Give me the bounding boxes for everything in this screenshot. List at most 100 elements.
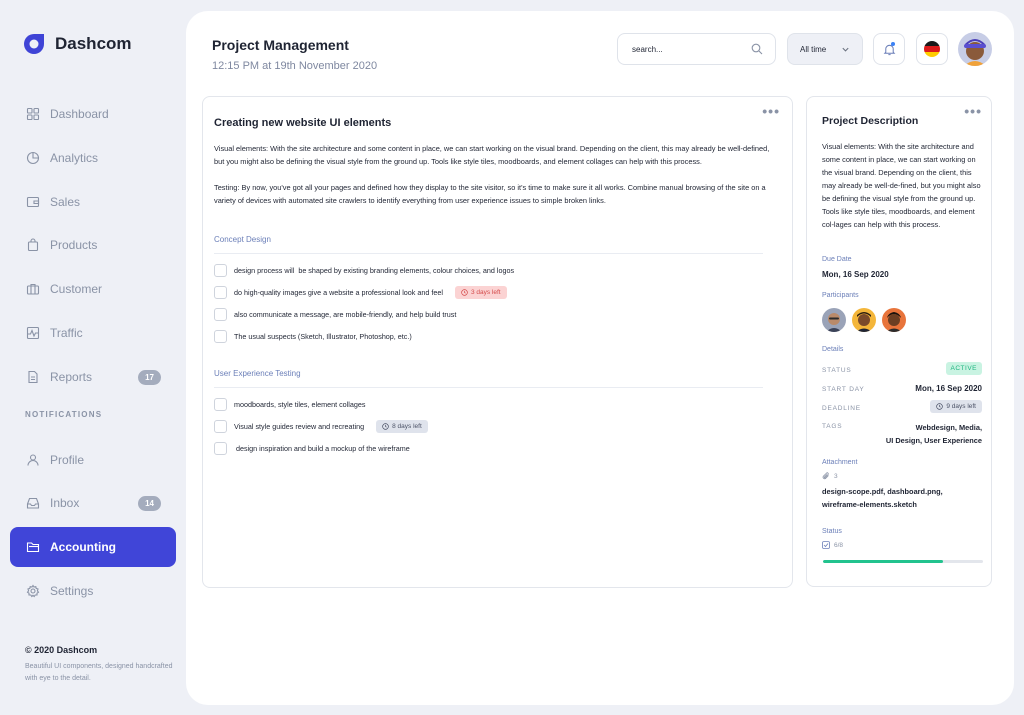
sidebar-item-dashboard[interactable]: Dashboard <box>10 94 176 134</box>
due-tag-text: 8 days left <box>392 422 422 430</box>
status-key: STATUS <box>822 367 852 374</box>
document-icon <box>28 370 38 383</box>
avatar-icon <box>822 308 846 332</box>
germany-flag-icon <box>924 41 940 57</box>
sidebar-nav: Dashboard Analytics Sales Products Custo… <box>10 94 176 615</box>
checkbox[interactable] <box>214 441 227 455</box>
attachment-files[interactable]: design-scope.pdf, dashboard.png, wirefra… <box>822 485 982 511</box>
checklist-item[interactable]: design inspiration and build a mockup of… <box>214 441 410 455</box>
task-paragraph: Testing: By now, you've got all your pag… <box>214 183 766 205</box>
attachment-label: Attachment <box>822 459 858 466</box>
status-label: Status <box>822 528 842 535</box>
status-progress-bar <box>823 560 983 563</box>
checklist-item[interactable]: The usual suspects (Sketch, Illustrator,… <box>214 329 412 343</box>
checklist-item-text: also communicate a message, are mobile-f… <box>234 309 457 319</box>
checklist-item-text: design process will be shaped by existin… <box>234 265 515 275</box>
time-filter-label: All time <box>800 44 827 54</box>
sidebar-item-settings[interactable]: Settings <box>10 571 176 611</box>
search-input[interactable] <box>632 44 742 54</box>
sidebar-item-sales[interactable]: Sales <box>10 182 176 222</box>
page-subtitle: 12:15 PM at 19th November 2020 <box>212 60 378 72</box>
sidebar-item-label: Sales <box>50 194 81 209</box>
due-tag: 8 days left <box>376 419 428 433</box>
start-day-value: Mon, 16 Sep 2020 <box>915 384 982 393</box>
checklist-item-text: The usual suspects (Sketch, Illustrator,… <box>234 331 412 341</box>
sidebar-item-label: Profile <box>50 452 85 467</box>
participant-avatar[interactable] <box>882 308 906 332</box>
avatar-icon <box>882 308 906 332</box>
checklist-item-text: do high-quality images give a website a … <box>234 287 443 297</box>
user-avatar[interactable] <box>958 32 992 66</box>
more-options-icon[interactable]: ••• <box>964 104 982 118</box>
concept-design-heading: Concept Design <box>214 235 271 244</box>
activity-icon <box>26 326 40 340</box>
start-day-key: START DAY <box>822 386 865 393</box>
divider <box>214 387 763 388</box>
sidebar-item-analytics[interactable]: Analytics <box>10 138 176 178</box>
checkbox[interactable] <box>214 307 227 321</box>
project-description-card: ••• Project Description Visual elements:… <box>806 96 992 587</box>
checklist-item[interactable]: moodboards, style tiles, element collage… <box>214 397 365 411</box>
sidebar-item-inbox[interactable]: Inbox 14 <box>10 483 176 523</box>
paperclip-icon <box>822 472 829 480</box>
brand[interactable]: Dashcom <box>22 32 132 56</box>
inbox-count-badge: 14 <box>138 496 161 512</box>
checkbox[interactable] <box>214 329 227 343</box>
sidebar-item-label: Reports <box>50 369 93 384</box>
checkbox[interactable] <box>214 285 227 299</box>
tags-line: Webdesign, Media, <box>915 423 982 432</box>
copyright: © 2020 Dashcom <box>25 645 98 655</box>
pie-chart-icon <box>26 151 40 164</box>
ux-testing-heading: User Experience Testing <box>214 369 301 378</box>
deadline-value: 9 days left <box>946 403 976 410</box>
description-text: Visual elements: With the site architect… <box>822 142 981 229</box>
checkbox[interactable] <box>214 397 227 411</box>
language-button[interactable] <box>916 33 948 65</box>
clock-icon <box>936 403 944 410</box>
chevron-down-icon <box>842 47 849 52</box>
briefcase-icon <box>26 284 40 295</box>
more-options-icon[interactable]: ••• <box>762 104 780 118</box>
checklist-item[interactable]: design process will be shaped by existin… <box>214 263 514 277</box>
sidebar-item-label: Inbox <box>50 496 80 511</box>
tags-line: UI Design, User Experience <box>885 436 982 445</box>
sidebar-item-accounting[interactable]: Accounting <box>10 527 176 568</box>
search-icon[interactable] <box>751 43 763 55</box>
divider <box>214 253 763 254</box>
file-line[interactable]: wireframe-elements.sketch <box>822 498 982 511</box>
tags-key: TAGS <box>822 423 843 430</box>
due-tag-text: 3 days left <box>470 288 501 296</box>
search-box[interactable] <box>617 33 776 65</box>
checklist-item[interactable]: also communicate a message, are mobile-f… <box>214 307 456 321</box>
sidebar-item-products[interactable]: Products <box>10 225 176 265</box>
sidebar-item-label: Products <box>50 238 98 253</box>
notifications-button[interactable] <box>873 33 905 65</box>
inbox-icon <box>26 498 40 509</box>
checklist-item-text: Visual style guides review and recreatin… <box>234 421 365 431</box>
grid-icon <box>26 107 40 121</box>
checkbox[interactable] <box>214 419 227 433</box>
user-icon <box>27 454 39 466</box>
participant-avatar[interactable] <box>852 308 876 332</box>
description-title: Project Description <box>822 115 919 127</box>
task-description: Visual elements: With the site architect… <box>214 142 774 207</box>
checklist-item[interactable]: do high-quality images give a website a … <box>214 285 507 299</box>
participant-avatar[interactable] <box>822 308 846 332</box>
time-filter-dropdown[interactable]: All time <box>787 33 863 65</box>
sidebar-item-label: Settings <box>50 583 94 598</box>
main-panel: Project Management 12:15 PM at 19th Nove… <box>186 11 1014 705</box>
tags-value: Webdesign, Media, UI Design, User Experi… <box>886 421 982 447</box>
sidebar-item-customer[interactable]: Customer <box>10 269 176 309</box>
notification-dot <box>891 42 895 46</box>
sidebar-item-reports[interactable]: Reports 17 <box>10 357 176 397</box>
gear-icon <box>26 584 40 598</box>
checklist-item-text: moodboards, style tiles, element collage… <box>234 399 366 409</box>
sidebar-item-traffic[interactable]: Traffic <box>10 313 176 353</box>
page-title: Project Management <box>212 37 349 53</box>
checklist-item[interactable]: Visual style guides review and recreatin… <box>214 419 428 433</box>
file-line[interactable]: design-scope.pdf, dashboard.png, <box>822 485 982 498</box>
participants-label: Participants <box>822 292 859 299</box>
task-paragraph: Visual elements: With the site architect… <box>214 144 770 166</box>
checkbox[interactable] <box>214 263 227 277</box>
sidebar-item-profile[interactable]: Profile <box>10 440 176 480</box>
